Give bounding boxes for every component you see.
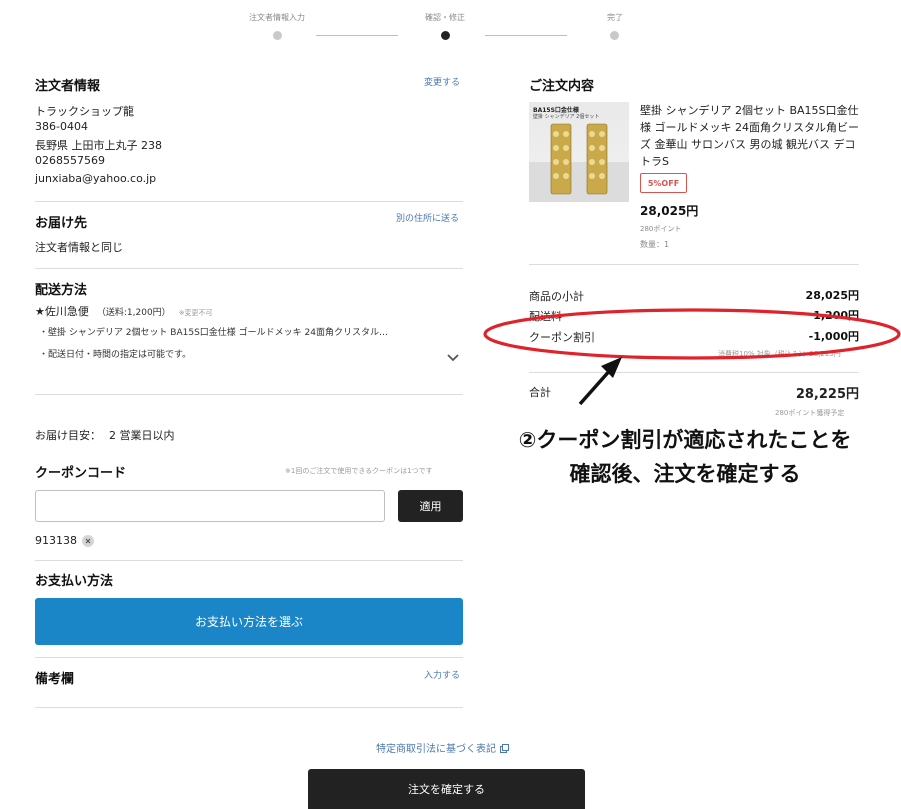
shipping-fee-label: 配送料 bbox=[529, 310, 562, 323]
orderer-address: 長野県 上田市上丸子 238 bbox=[35, 139, 162, 152]
remarks-input-link[interactable]: 入力する bbox=[424, 668, 460, 681]
total-label: 合計 bbox=[529, 386, 551, 399]
tax-note: 消費税10% 対象（税込み）：28,225円 bbox=[718, 350, 841, 358]
orderer-email: junxiaba@yahoo.co.jp bbox=[35, 172, 157, 185]
delivery-other-address-link[interactable]: 別の住所に送る bbox=[396, 211, 459, 224]
annotation-arrow-shaft bbox=[578, 366, 614, 406]
orderer-name: トラックショップ龍 bbox=[35, 105, 134, 118]
coupon-discount-label: クーポン割引 bbox=[529, 331, 595, 344]
step-line-2 bbox=[485, 35, 567, 36]
eta-value: 2 営業日以内 bbox=[109, 429, 175, 442]
points-note: 280ポイント獲得予定 bbox=[775, 409, 845, 417]
delivery-title: お届け先 bbox=[35, 216, 88, 231]
step-2-label: 確認・修正 bbox=[425, 13, 465, 22]
confirm-order-button[interactable]: 注文を確定する bbox=[308, 769, 585, 809]
payment-title: お支払い方法 bbox=[35, 574, 114, 589]
coupon-note: ※1回のご注文で使用できるクーポンは1つです bbox=[285, 467, 433, 475]
divider bbox=[35, 268, 463, 269]
orderer-edit-link[interactable]: 変更する bbox=[424, 75, 460, 88]
select-payment-button[interactable]: お支払い方法を選ぶ bbox=[35, 598, 463, 645]
applied-coupon-code: 913138 bbox=[35, 534, 77, 547]
shipping-carrier: ★佐川急便 bbox=[35, 305, 89, 318]
chevron-down-icon[interactable] bbox=[446, 348, 460, 362]
shipping-item-line: ・壁掛 シャンデリア 2個セット BA15S口金仕様 ゴールドメッキ 24面角ク… bbox=[39, 328, 388, 338]
eta-label: お届け目安： bbox=[35, 429, 101, 442]
step-2-dot bbox=[441, 31, 450, 40]
order-title: ご注文内容 bbox=[529, 79, 595, 94]
remarks-title: 備考欄 bbox=[35, 672, 75, 687]
coupon-apply-button[interactable]: 適用 bbox=[398, 490, 463, 522]
shipping-title: 配送方法 bbox=[35, 283, 88, 298]
shipping-fee-value: 1,200円 bbox=[813, 309, 859, 322]
divider bbox=[529, 372, 859, 373]
total-value: 28,225円 bbox=[795, 387, 859, 402]
divider bbox=[35, 394, 463, 395]
external-link-icon bbox=[500, 738, 509, 757]
annotation-arrow-head bbox=[601, 357, 622, 378]
shipping-carrier-row: ★佐川急便 （送料:1,200円） ※変更不可 bbox=[35, 303, 213, 319]
divider bbox=[529, 264, 859, 265]
orderer-title: 注文者情報 bbox=[35, 79, 101, 94]
annotation-line-1: ②クーポン割引が適応されたことを bbox=[518, 428, 852, 452]
coupon-title: クーポンコード bbox=[35, 466, 127, 481]
product-points: 280ポイント bbox=[640, 225, 682, 233]
coupon-discount-value: -1,000円 bbox=[808, 330, 859, 343]
step-3-dot bbox=[610, 31, 619, 40]
step-line-1 bbox=[316, 35, 398, 36]
law-link[interactable]: 特定商取引法に基づく表記 bbox=[376, 738, 509, 757]
orderer-phone: 0268557569 bbox=[35, 154, 105, 167]
delivery-value: 注文者情報と同じ bbox=[35, 241, 123, 254]
eta-row: お届け目安： 2 営業日以内 bbox=[35, 427, 175, 443]
subtotal-label: 商品の小計 bbox=[529, 290, 584, 303]
divider bbox=[35, 201, 463, 202]
divider bbox=[35, 707, 463, 708]
coupon-code-input[interactable] bbox=[35, 490, 385, 522]
close-icon[interactable] bbox=[82, 535, 94, 547]
step-3-label: 完了 bbox=[607, 13, 623, 22]
step-1-dot bbox=[273, 31, 282, 40]
shipping-note: ※変更不可 bbox=[178, 309, 213, 317]
shipping-date-note: ・配送日付・時間の指定は可能です。 bbox=[39, 350, 192, 360]
annotation-line-2: 確認後、注文を確定する bbox=[569, 462, 801, 486]
discount-badge: 5%OFF bbox=[640, 173, 687, 193]
shipping-fee: （送料:1,200円） bbox=[96, 308, 171, 318]
product-thumbnail[interactable]: BA15S口金仕様 壁掛 シャンデリア 2個セット bbox=[529, 102, 629, 202]
step-1-label: 注文者情報入力 bbox=[249, 13, 305, 22]
divider bbox=[35, 657, 463, 658]
product-name[interactable]: 壁掛 シャンデリア 2個セット BA15S口金仕様 ゴールドメッキ 24面角クリ… bbox=[640, 102, 862, 170]
product-quantity: 数量：1 bbox=[640, 240, 670, 249]
product-price: 28,025円 bbox=[640, 204, 699, 218]
divider bbox=[35, 560, 463, 561]
law-link-label: 特定商取引法に基づく表記 bbox=[376, 744, 496, 755]
chandelier-image-icon bbox=[529, 123, 629, 202]
subtotal-value: 28,025円 bbox=[805, 289, 859, 302]
orderer-zip: 386-0404 bbox=[35, 120, 88, 133]
